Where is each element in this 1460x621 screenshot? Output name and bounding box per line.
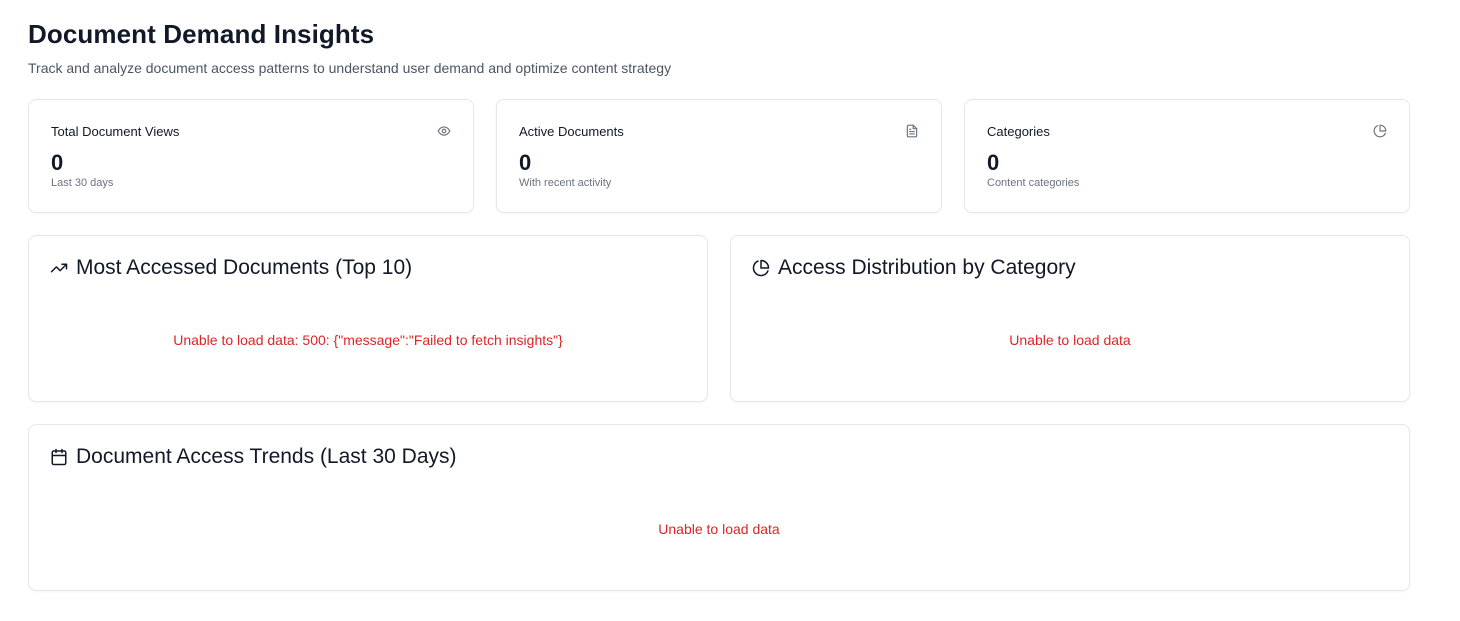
pie-chart-icon — [1373, 124, 1387, 138]
stat-label: Active Documents — [519, 124, 624, 139]
trending-up-icon — [50, 259, 68, 277]
most-accessed-panel: Most Accessed Documents (Top 10) Unable … — [28, 235, 708, 402]
eye-icon — [437, 124, 451, 138]
panel-title-text: Most Accessed Documents (Top 10) — [76, 256, 413, 279]
error-message: Unable to load data: 500: {"message":"Fa… — [173, 332, 563, 348]
distribution-panel: Access Distribution by Category Unable t… — [730, 235, 1410, 402]
stat-card-categories: Categories 0 Content categories — [964, 99, 1410, 213]
stat-caption: Content categories — [987, 177, 1080, 189]
pie-chart-icon — [752, 259, 770, 277]
error-message: Unable to load data — [1009, 332, 1131, 348]
stat-card-total-views: Total Document Views 0 Last 30 days — [28, 99, 474, 213]
error-message: Unable to load data — [658, 521, 780, 537]
panel-title: Most Accessed Documents (Top 10) — [50, 256, 412, 280]
panel-title: Access Distribution by Category — [752, 256, 1076, 280]
stat-value: 0 — [51, 150, 64, 175]
stat-caption: Last 30 days — [51, 177, 114, 189]
trends-panel: Document Access Trends (Last 30 Days) Un… — [28, 424, 1410, 591]
stat-value: 0 — [987, 150, 1000, 175]
page-title: Document Demand Insights — [28, 19, 375, 49]
panel-title: Document Access Trends (Last 30 Days) — [50, 445, 457, 469]
calendar-icon — [50, 448, 68, 466]
stat-caption: With recent activity — [519, 177, 612, 189]
stat-value: 0 — [519, 150, 532, 175]
stat-card-active-documents: Active Documents 0 With recent activity — [496, 99, 942, 213]
file-text-icon — [905, 124, 919, 138]
panel-title-text: Document Access Trends (Last 30 Days) — [76, 445, 457, 468]
stat-label: Total Document Views — [51, 124, 180, 139]
panel-title-text: Access Distribution by Category — [778, 256, 1076, 279]
page-subtitle: Track and analyze document access patter… — [28, 60, 672, 76]
stat-label: Categories — [987, 124, 1050, 139]
